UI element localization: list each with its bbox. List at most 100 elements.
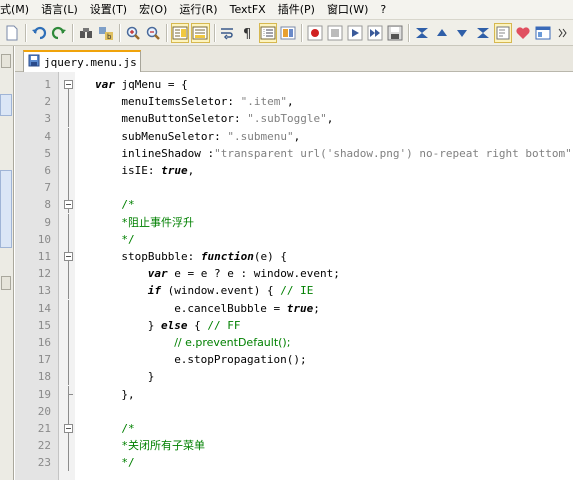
menu-window[interactable]: 窗口(W) bbox=[321, 0, 374, 20]
code-line[interactable]: 8 /* bbox=[15, 196, 573, 214]
user-lang-icon[interactable] bbox=[280, 24, 296, 42]
toolbar-separator bbox=[408, 23, 410, 42]
code-line[interactable]: 18} bbox=[15, 368, 573, 386]
save-macro-icon[interactable] bbox=[387, 24, 403, 42]
sync-vertical-icon[interactable] bbox=[171, 22, 190, 43]
panel-item[interactable] bbox=[0, 94, 12, 116]
code-line[interactable]: 6 isIE: true, bbox=[15, 162, 573, 179]
code-line[interactable]: 14 e.cancelBubble = true; bbox=[15, 299, 573, 317]
code-line[interactable]: 9 *阻止事件浮升 bbox=[15, 213, 573, 231]
menu-run[interactable]: 运行(R) bbox=[173, 0, 223, 20]
code-editor[interactable]: 1 var jqMenu = {2 menuItemsSeletor: ".item… bbox=[15, 72, 573, 480]
code-text: // e.preventDefault(); bbox=[174, 334, 290, 351]
fold-line bbox=[64, 368, 73, 386]
zoom-in-icon[interactable] bbox=[125, 24, 141, 42]
line-number: 14 bbox=[37, 301, 51, 315]
run-macro-multiple-icon[interactable] bbox=[367, 24, 383, 42]
menu-textfx[interactable]: TextFX bbox=[224, 0, 272, 20]
code-token: }, bbox=[121, 387, 135, 401]
indent-guide-icon[interactable] bbox=[258, 22, 277, 43]
toolbar-separator bbox=[166, 23, 168, 42]
code-line[interactable]: 12 var e = e ? e : window.event; bbox=[15, 265, 573, 283]
line-number: 4 bbox=[44, 129, 51, 143]
code-line[interactable]: 7 bbox=[15, 179, 573, 197]
code-line[interactable]: 5 inlineShadow :"transparent url('shadow.… bbox=[15, 144, 573, 162]
code-text: e.stopPropagation(); bbox=[174, 351, 306, 368]
fold-line bbox=[64, 213, 73, 231]
code-line[interactable]: 2 menuItemsSeletor: ".item", bbox=[15, 93, 573, 111]
code-text: } else { // FF bbox=[148, 317, 241, 334]
tab-bar: jquery.menu.js bbox=[15, 46, 573, 72]
code-line[interactable]: 4 subMenuSeletor: ".submenu", bbox=[15, 127, 573, 145]
zoom-out-icon[interactable] bbox=[145, 24, 161, 42]
new-file-icon[interactable] bbox=[4, 24, 20, 42]
panel-item[interactable] bbox=[0, 170, 12, 248]
toolbar: b ¶ bbox=[0, 20, 573, 46]
line-number: 20 bbox=[37, 404, 51, 418]
tab-jquery-menu-js[interactable]: jquery.menu.js bbox=[23, 50, 141, 72]
code-token: 阻止事件浮升 bbox=[128, 215, 195, 229]
code-line[interactable]: 15} else { // FF bbox=[15, 316, 573, 334]
panel-collapse-icon[interactable] bbox=[1, 54, 11, 68]
panel-scroll-icon[interactable] bbox=[1, 276, 11, 290]
move-down-icon[interactable] bbox=[454, 24, 470, 42]
code-text: *关闭所有子菜单 bbox=[121, 437, 205, 454]
show-all-chars-icon[interactable]: ¶ bbox=[240, 24, 256, 42]
code-token: e.cancelBubble = bbox=[174, 301, 287, 315]
code-token: subMenuSeletor: bbox=[121, 129, 228, 143]
code-token: (window.event) { bbox=[161, 284, 281, 298]
code-line[interactable]: 13 if (window.event) { // IE bbox=[15, 282, 573, 300]
menu-settings[interactable]: 设置(T) bbox=[84, 0, 133, 20]
code-token: ".subToggle" bbox=[247, 112, 327, 126]
menu-language[interactable]: 语言(L) bbox=[35, 0, 84, 20]
stop-record-icon[interactable] bbox=[327, 24, 343, 42]
fold-line bbox=[64, 162, 73, 179]
record-macro-icon[interactable] bbox=[307, 24, 323, 42]
code-token: stopBubble: bbox=[121, 250, 201, 263]
code-line[interactable]: 16 // e.preventDefault(); bbox=[15, 334, 573, 351]
menu-macro[interactable]: 宏(O) bbox=[133, 0, 173, 20]
play-macro-icon[interactable] bbox=[347, 24, 363, 42]
code-line[interactable]: 19}, bbox=[15, 385, 573, 403]
code-line[interactable]: 10 */ bbox=[15, 230, 573, 248]
sort-desc-icon[interactable] bbox=[475, 24, 491, 42]
fold-toggle-icon[interactable] bbox=[64, 196, 73, 214]
fold-line bbox=[64, 351, 73, 369]
fold-toggle-icon[interactable] bbox=[64, 76, 73, 93]
fold-line bbox=[64, 144, 73, 162]
toolbar-separator bbox=[300, 23, 302, 42]
code-line[interactable]: 11 stopBubble: function(e) { bbox=[15, 248, 573, 265]
document-map-icon[interactable] bbox=[493, 22, 512, 43]
code-text: */ bbox=[121, 454, 134, 471]
code-line[interactable]: 22 *关闭所有子菜单 bbox=[15, 437, 573, 455]
code-line[interactable]: 23 */ bbox=[15, 454, 573, 472]
replace-icon[interactable]: b bbox=[98, 24, 114, 42]
line-number: 13 bbox=[37, 284, 51, 298]
code-token: } bbox=[147, 370, 155, 384]
panel-icon[interactable] bbox=[535, 24, 551, 42]
code-line[interactable]: 20 bbox=[15, 402, 573, 420]
fold-toggle-icon[interactable] bbox=[64, 248, 73, 265]
undo-icon[interactable] bbox=[31, 24, 47, 42]
code-line[interactable]: 17 e.stopPropagation(); bbox=[15, 351, 573, 369]
word-wrap-icon[interactable] bbox=[219, 24, 235, 42]
code-line[interactable]: 21 /* bbox=[15, 420, 573, 437]
sync-horizontal-icon[interactable] bbox=[191, 22, 210, 43]
fold-toggle-icon[interactable] bbox=[64, 420, 73, 437]
code-text: /* bbox=[121, 420, 134, 437]
overflow-chevron-icon[interactable] bbox=[555, 24, 571, 42]
fold-line bbox=[64, 230, 73, 248]
move-up-icon[interactable] bbox=[434, 24, 450, 42]
menu-format[interactable]: 式(M) bbox=[0, 0, 35, 20]
code-token: jqMenu = { bbox=[114, 78, 188, 91]
favorites-heart-icon[interactable] bbox=[515, 24, 531, 42]
menu-help[interactable]: ? bbox=[374, 0, 392, 20]
line-number: 12 bbox=[37, 267, 51, 281]
code-line[interactable]: 3 menuButtonSeletor: ".subToggle", bbox=[15, 110, 573, 128]
redo-icon[interactable] bbox=[51, 24, 67, 42]
find-icon[interactable] bbox=[78, 24, 94, 42]
sort-icon[interactable] bbox=[414, 24, 430, 42]
fold-line bbox=[64, 93, 73, 111]
menu-plugins[interactable]: 插件(P) bbox=[272, 0, 321, 20]
code-line[interactable]: 1 var jqMenu = { bbox=[15, 76, 573, 93]
